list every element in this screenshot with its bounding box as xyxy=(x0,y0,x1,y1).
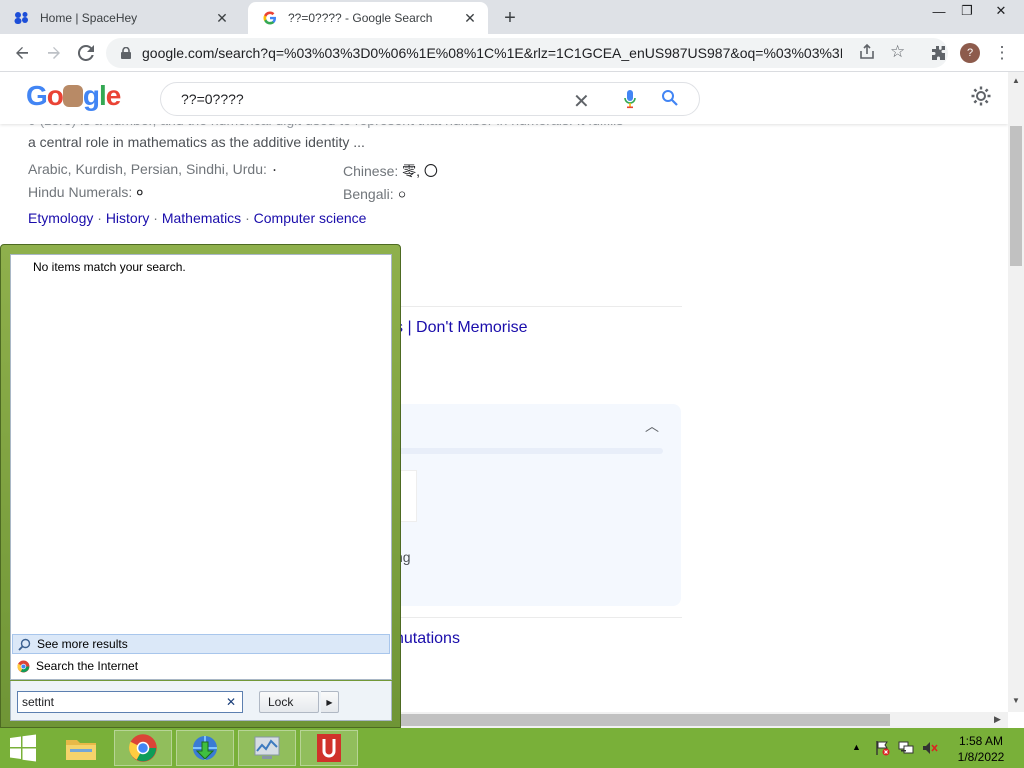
new-tab-button[interactable]: + xyxy=(498,6,522,30)
google-header: Go gle ??=0???? ✕ xyxy=(0,72,1008,124)
see-more-label: See more results xyxy=(37,637,128,651)
gear-icon[interactable] xyxy=(970,85,992,112)
network-icon[interactable] xyxy=(898,740,914,756)
people-also-ask-card: ︿ ng xyxy=(395,404,681,606)
logo-letter: e xyxy=(105,80,122,111)
file-explorer-taskbar-icon[interactable] xyxy=(52,730,110,766)
more-menu-icon[interactable]: ⋮ xyxy=(990,41,1014,65)
tab-title: ??=0???? - Google Search xyxy=(288,11,433,25)
google-search-box[interactable]: ??=0???? ✕ xyxy=(160,82,700,116)
start-search-input[interactable]: settint ✕ xyxy=(17,691,243,713)
restore-button[interactable]: ❐ xyxy=(950,0,984,22)
google-doodle-logo[interactable]: Go gle xyxy=(26,80,122,112)
volume-muted-icon[interactable] xyxy=(922,740,938,756)
scroll-right-arrow-icon[interactable]: ▶ xyxy=(994,714,1001,725)
numeral-label: Arabic, Kurdish, Persian, Sindhi, Urdu: xyxy=(28,161,267,177)
topic-link-computer-science[interactable]: Computer science xyxy=(254,210,367,226)
url-text: google.com/search?q=%03%03%3D0%06%1E%08%… xyxy=(142,45,842,61)
clock-time: 1:58 AM xyxy=(958,734,1004,748)
snippet-text: a central role in mathematics as the add… xyxy=(28,134,365,150)
tab-spacehey[interactable]: Home | SpaceHey ✕ xyxy=(0,2,240,34)
arrow-right-icon xyxy=(48,47,60,59)
topic-links: Etymology · History · Mathematics · Comp… xyxy=(28,210,367,226)
microphone-icon[interactable] xyxy=(623,89,637,114)
windows-start-button[interactable] xyxy=(8,734,38,762)
chrome-icon xyxy=(16,659,30,673)
chevron-up-icon[interactable]: ︿ xyxy=(645,416,659,436)
numeral-label: Hindu Numerals: xyxy=(28,184,133,200)
clock-date: 1/8/2022 xyxy=(957,750,1005,764)
share-icon[interactable] xyxy=(858,43,876,66)
card-divider xyxy=(395,448,663,454)
numeral-label: Chinese: xyxy=(343,163,399,179)
see-more-results-item[interactable]: See more results xyxy=(12,634,390,654)
numeral-value: ٠ xyxy=(270,161,279,177)
download-manager-taskbar-icon[interactable] xyxy=(176,730,234,766)
search-internet-label: Search the Internet xyxy=(36,659,139,673)
result-link[interactable]: nutations xyxy=(395,630,460,648)
reload-button[interactable] xyxy=(74,41,98,65)
numeral-fact: Bengali: ০ xyxy=(343,183,407,207)
taskbar: ▲ 1:58 AM 1/8/2022 xyxy=(0,728,1024,768)
action-center-flag-icon[interactable] xyxy=(874,740,890,756)
topic-link-etymology[interactable]: Etymology xyxy=(28,210,93,226)
tab-title: Home | SpaceHey xyxy=(40,11,138,25)
reload-icon xyxy=(78,45,94,61)
lock-icon[interactable] xyxy=(118,45,134,61)
clear-search-icon[interactable]: ✕ xyxy=(573,89,590,114)
close-tab-icon[interactable]: ✕ xyxy=(214,10,230,26)
tab-strip: Home | SpaceHey ✕ ??=0???? - Google Sear… xyxy=(0,0,1024,34)
resource-monitor-taskbar-icon[interactable] xyxy=(238,730,296,766)
browser-toolbar: google.com/search?q=%03%03%3D0%06%1E%08%… xyxy=(0,34,1024,72)
vertical-scrollbar[interactable]: ▲ ▼ xyxy=(1008,72,1024,712)
system-clock[interactable]: 1:58 AM 1/8/2022 xyxy=(948,733,1014,765)
search-magnifier-icon[interactable] xyxy=(661,89,679,112)
show-hidden-icons-arrow-icon[interactable]: ▲ xyxy=(852,742,861,752)
numeral-value: 零, 〇 xyxy=(402,163,438,179)
bookmark-star-icon[interactable]: ☆ xyxy=(890,42,905,62)
scroll-up-arrow-icon[interactable]: ▲ xyxy=(1012,76,1020,85)
numeral-value: ০ xyxy=(397,186,407,202)
google-g-icon xyxy=(262,10,278,26)
result-link[interactable]: s | Don't Memorise xyxy=(395,319,528,337)
topic-link-history[interactable]: History xyxy=(106,210,150,226)
numeral-value: ० xyxy=(136,184,144,200)
logo-letter: l xyxy=(99,80,107,111)
scrollbar-thumb[interactable] xyxy=(1010,126,1022,266)
numeral-fact: Chinese: 零, 〇 xyxy=(343,161,438,181)
forward-button[interactable] xyxy=(42,41,66,65)
search-icon xyxy=(17,637,31,651)
numeral-label: Bengali: xyxy=(343,186,394,202)
red-app-taskbar-icon[interactable] xyxy=(300,730,358,766)
back-button[interactable] xyxy=(10,41,34,65)
close-tab-icon[interactable]: ✕ xyxy=(462,10,478,26)
tab-google-search[interactable]: ??=0???? - Google Search ✕ xyxy=(248,2,488,34)
logo-letter: o xyxy=(46,80,64,111)
start-search-results: No items match your search. See more res… xyxy=(10,254,392,680)
arrow-left-icon xyxy=(16,47,28,59)
scrollbar-thumb[interactable] xyxy=(380,714,890,726)
no-results-text: No items match your search. xyxy=(33,260,186,274)
profile-avatar[interactable]: ? xyxy=(960,43,980,63)
start-menu-footer: settint ✕ Lock ▶ xyxy=(10,681,392,721)
numeral-fact: Arabic, Kurdish, Persian, Sindhi, Urdu: … xyxy=(28,161,278,178)
spacehey-icon xyxy=(14,10,30,26)
close-window-button[interactable]: ✕ xyxy=(984,0,1018,22)
search-input[interactable]: ??=0???? xyxy=(181,91,699,107)
clear-search-icon[interactable]: ✕ xyxy=(226,695,236,709)
logo-letter: G xyxy=(26,80,48,111)
lock-button[interactable]: Lock xyxy=(259,691,319,713)
search-internet-item[interactable]: Search the Internet xyxy=(12,656,390,676)
numeral-fact: Hindu Numerals: ० xyxy=(28,183,143,202)
chrome-taskbar-icon[interactable] xyxy=(114,730,172,766)
doodle-face-icon xyxy=(62,85,83,107)
extensions-puzzle-icon[interactable] xyxy=(926,41,950,65)
topic-link-mathematics[interactable]: Mathematics xyxy=(162,210,241,226)
power-options-arrow-icon[interactable]: ▶ xyxy=(321,691,339,713)
logo-letter: g xyxy=(82,80,100,111)
scroll-down-arrow-icon[interactable]: ▼ xyxy=(1012,696,1020,705)
address-bar[interactable]: google.com/search?q=%03%03%3D0%06%1E%08%… xyxy=(106,38,948,68)
start-search-value: settint xyxy=(22,695,55,709)
start-menu: No items match your search. See more res… xyxy=(0,244,401,728)
